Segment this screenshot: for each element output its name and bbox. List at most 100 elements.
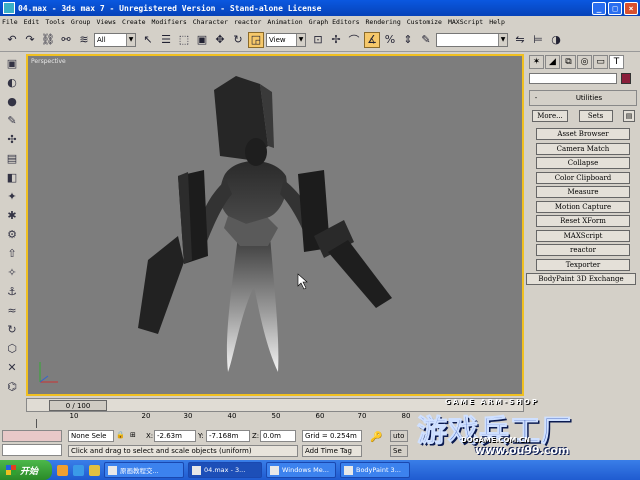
tool-icon[interactable]: ↻: [4, 322, 20, 338]
time-slider-thumb[interactable]: 0 / 100: [49, 400, 107, 411]
angle-snap-icon[interactable]: ∡: [364, 31, 380, 48]
asset-browser-button[interactable]: Asset Browser: [536, 128, 630, 140]
color-clipboard-button[interactable]: Color Clipboard: [536, 171, 630, 184]
material-editor-icon[interactable]: ◑: [548, 32, 564, 48]
spinner-snap-icon[interactable]: ⇕: [400, 32, 416, 48]
reset-xform-button[interactable]: Reset XForm: [536, 215, 630, 227]
unlink-icon[interactable]: ⚯: [58, 32, 74, 48]
select-by-name-icon[interactable]: ☰: [158, 32, 174, 48]
quicklaunch-icon[interactable]: [89, 464, 100, 476]
menu-modifiers[interactable]: Modifiers: [152, 18, 187, 26]
tool-icon[interactable]: ⬡: [4, 341, 20, 357]
character-model[interactable]: [28, 56, 522, 394]
collapse-button[interactable]: Collapse: [536, 157, 630, 169]
menu-tools[interactable]: Tools: [45, 18, 65, 26]
tool-icon[interactable]: ◧: [4, 170, 20, 186]
tool-icon[interactable]: ⚙: [4, 227, 20, 243]
minimize-button[interactable]: _: [592, 1, 606, 15]
select-object-icon[interactable]: ↖: [140, 32, 156, 48]
undo-icon[interactable]: ↶: [4, 32, 20, 48]
close-button[interactable]: ×: [624, 1, 638, 15]
configure-sets-icon[interactable]: ▤: [623, 110, 635, 122]
select-rotate-icon[interactable]: ↻: [230, 32, 246, 48]
tool-icon[interactable]: ✱: [4, 208, 20, 224]
bind-space-warp-icon[interactable]: ≋: [76, 32, 92, 48]
create-tab-icon[interactable]: ✶: [529, 55, 544, 69]
utilities-rollout-header[interactable]: - Utilities: [529, 90, 637, 106]
taskbar-item[interactable]: 原画教程交...: [104, 462, 184, 478]
object-name-field[interactable]: [529, 73, 617, 84]
menu-animation[interactable]: Animation: [267, 18, 302, 26]
menu-rendering[interactable]: Rendering: [366, 18, 401, 26]
redo-icon[interactable]: ↷: [22, 32, 38, 48]
tool-icon[interactable]: ▤: [4, 151, 20, 167]
modify-tab-icon[interactable]: ◢: [545, 55, 560, 69]
selection-filter-dropdown[interactable]: All ▼: [94, 32, 136, 47]
y-coordinate-field[interactable]: -7.168m: [206, 430, 250, 442]
taskbar-item[interactable]: Windows Me...: [266, 462, 336, 478]
perspective-viewport[interactable]: Perspective: [26, 54, 524, 396]
measure-button[interactable]: Measure: [536, 186, 630, 198]
menu-character[interactable]: Character: [193, 18, 228, 26]
maximize-button[interactable]: □: [608, 1, 622, 15]
named-selection-icon[interactable]: ✎: [418, 32, 434, 48]
select-scale-icon[interactable]: ◲: [248, 31, 264, 48]
reference-coord-dropdown[interactable]: View ▼: [266, 32, 306, 47]
z-coordinate-field[interactable]: 0.0m: [260, 430, 296, 442]
pivot-center-icon[interactable]: ⊡: [310, 32, 326, 48]
link-icon[interactable]: ⛓: [40, 32, 56, 48]
reactor-button[interactable]: reactor: [536, 244, 630, 256]
absolute-mode-icon[interactable]: ⊞: [130, 431, 136, 439]
quicklaunch-icon[interactable]: [73, 464, 84, 476]
maxscript-button[interactable]: MAXScript: [536, 229, 630, 242]
shapes-icon[interactable]: ◐: [4, 75, 20, 91]
taskbar-item[interactable]: 04.max - 3...: [188, 462, 262, 478]
x-coordinate-field[interactable]: -2.63m: [154, 430, 196, 442]
sets-button[interactable]: Sets: [578, 110, 613, 122]
tool-icon[interactable]: ≈: [4, 303, 20, 319]
tool-icon[interactable]: ✦: [4, 189, 20, 205]
more-button[interactable]: More...: [532, 110, 568, 122]
add-time-tag-button[interactable]: Add Time Tag: [302, 445, 362, 457]
motion-capture-button[interactable]: Motion Capture: [536, 200, 630, 213]
menu-customize[interactable]: Customize: [407, 18, 442, 26]
sphere-icon[interactable]: ●: [4, 94, 20, 110]
menu-views[interactable]: Views: [96, 18, 116, 26]
menu-reactor[interactable]: reactor: [234, 18, 261, 26]
rectangle-selection-icon[interactable]: ⬚: [176, 32, 192, 48]
tool-icon[interactable]: ⚓: [4, 284, 20, 300]
camera-match-button[interactable]: Camera Match: [536, 142, 630, 155]
taskbar-item[interactable]: BodyPaint 3...: [340, 462, 410, 478]
geometry-icon[interactable]: ▣: [4, 56, 20, 72]
key-icon[interactable]: 🔑: [370, 432, 382, 443]
maxscript-result-mini[interactable]: [2, 444, 62, 456]
align-icon[interactable]: ⊨: [530, 32, 546, 48]
menu-maxscript[interactable]: MAXScript: [448, 18, 483, 26]
named-selection-sets-dropdown[interactable]: ▼: [436, 32, 508, 47]
menu-graph-editors[interactable]: Graph Editors: [309, 18, 360, 26]
tool-icon[interactable]: ⌬: [4, 379, 20, 395]
mirror-icon[interactable]: ⇋: [512, 32, 528, 48]
object-color-swatch[interactable]: [621, 73, 631, 84]
select-manipulate-icon[interactable]: ✢: [328, 32, 344, 48]
hierarchy-tab-icon[interactable]: ⧉: [561, 55, 576, 69]
bodypaint-exchange-button[interactable]: BodyPaint 3D Exchange: [526, 273, 636, 285]
menu-create[interactable]: Create: [122, 18, 145, 26]
menu-group[interactable]: Group: [71, 18, 91, 26]
maxscript-listener-mini[interactable]: [2, 430, 62, 442]
percent-snap-icon[interactable]: %: [382, 32, 398, 48]
tool-icon[interactable]: ✣: [4, 132, 20, 148]
lock-selection-icon[interactable]: 🔒: [116, 431, 125, 439]
texporter-button[interactable]: Texporter: [536, 258, 630, 271]
timeline-ruler[interactable]: 10 20 30 40 50 60 70 80: [26, 412, 416, 428]
start-button[interactable]: 开始: [0, 460, 52, 480]
select-move-icon[interactable]: ✥: [212, 32, 228, 48]
snap-toggle-icon[interactable]: ⌒: [346, 32, 362, 48]
tool-icon[interactable]: ⇧: [4, 246, 20, 262]
utilities-tab-icon[interactable]: T: [609, 55, 624, 69]
tool-icon[interactable]: ✧: [4, 265, 20, 281]
motion-tab-icon[interactable]: ◎: [577, 55, 592, 69]
tool-icon[interactable]: ✎: [4, 113, 20, 129]
tool-icon[interactable]: ✕: [4, 360, 20, 376]
display-tab-icon[interactable]: ▭: [593, 55, 608, 69]
